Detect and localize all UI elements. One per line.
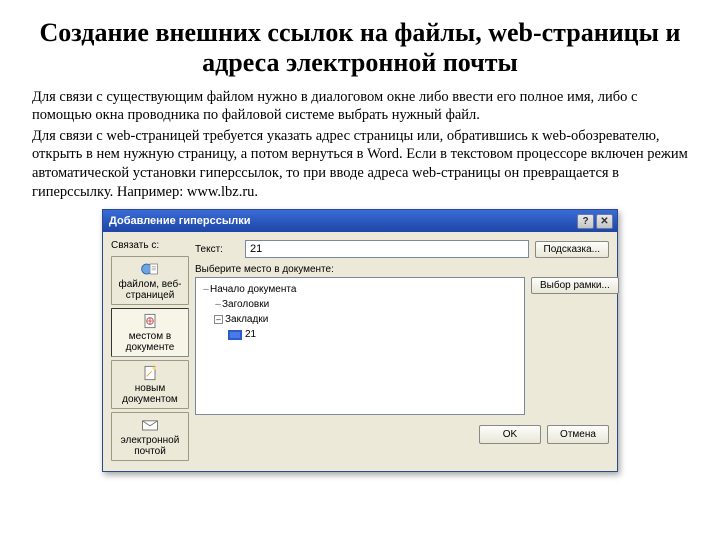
target-frame-button[interactable]: Выбор рамки... [531,277,619,294]
linkto-new-doc-label: новым документом [114,384,186,405]
display-text-input[interactable] [245,240,529,258]
linkto-email-button[interactable]: электронной почтой [111,412,189,461]
tree-node-top[interactable]: –Начало документа [202,282,518,297]
text-field-label: Текст: [195,244,239,255]
linkto-file-web-label: файлом, веб-страницей [114,280,186,301]
document-location-tree[interactable]: –Начало документа –Заголовки –Закладки [195,277,525,415]
linkto-label: Связать с: [111,240,189,251]
place-in-doc-icon [140,312,160,330]
bookmark-flag-icon [228,330,242,340]
linkto-new-doc-button[interactable]: новым документом [111,360,189,409]
email-icon [140,416,160,434]
cancel-button[interactable]: Отмена [547,425,609,444]
tooltip-button[interactable]: Подсказка... [535,241,609,258]
intro-paragraph-2: Для связи с web-страницей требуется указ… [32,127,688,201]
linkto-place-in-doc-button[interactable]: местом в документе [111,308,189,357]
page-title: Создание внешних ссылок на файлы, web-ст… [32,18,688,78]
close-button[interactable]: ✕ [596,214,613,229]
intro-paragraph-1: Для связи с существующим файлом нужно в … [32,88,688,125]
linkto-file-web-button[interactable]: файлом, веб-страницей [111,256,189,305]
dialog-title: Добавление гиперссылки [109,215,250,227]
linkto-place-in-doc-label: местом в документе [114,332,186,353]
dialog-titlebar[interactable]: Добавление гиперссылки ? ✕ [103,210,617,232]
tree-node-bookmarks[interactable]: –Закладки [202,312,518,327]
tree-node-bookmark-21[interactable]: 21 [202,327,518,342]
ok-button[interactable]: OK [479,425,541,444]
linkto-email-label: электронной почтой [114,436,186,457]
tree-label: Выберите место в документе: [195,264,609,275]
help-button[interactable]: ? [577,214,594,229]
new-doc-icon [140,364,160,382]
globe-file-icon [140,260,160,278]
tree-node-headings[interactable]: –Заголовки [202,297,518,312]
insert-hyperlink-dialog: Добавление гиперссылки ? ✕ Связать с: фа… [102,209,618,472]
